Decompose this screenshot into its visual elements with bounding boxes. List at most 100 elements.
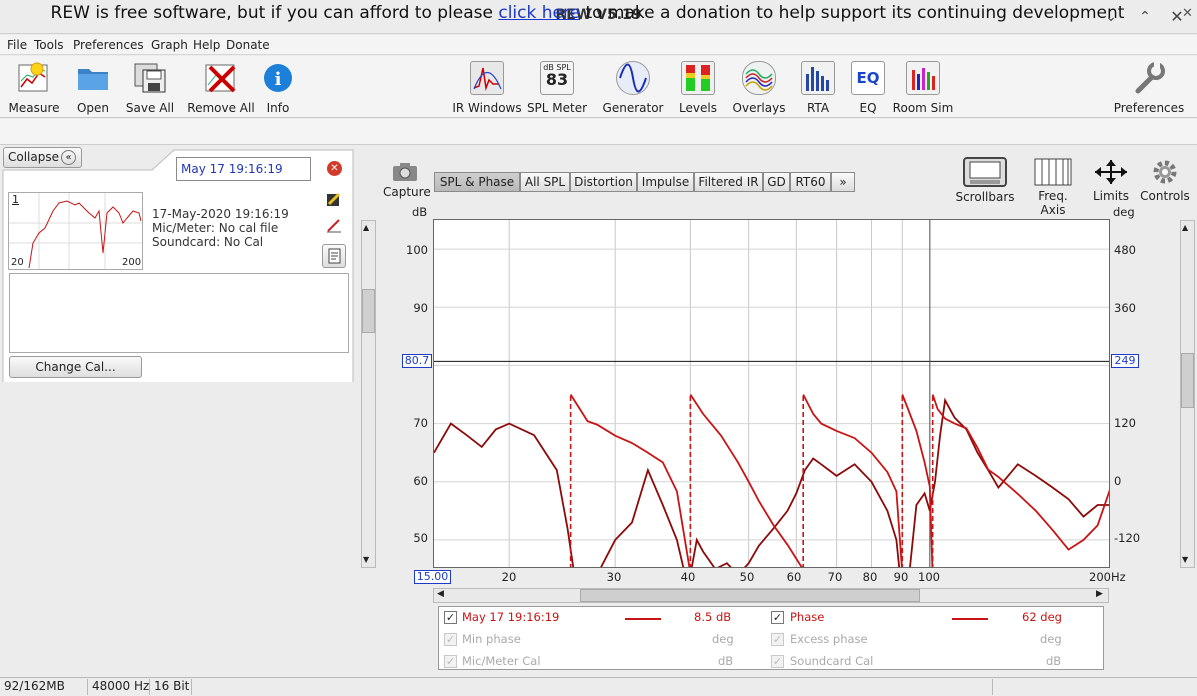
excess-phase-checkbox[interactable]: ✓ [771,633,784,646]
mic-cal-info: Mic/Meter: No cal file [152,221,279,235]
donation-text: REW is free software, but if you can aff… [0,3,1175,23]
tab-rt60[interactable]: RT60 [790,172,831,192]
tab-more[interactable]: » [831,172,855,192]
svg-text:i: i [275,69,282,90]
graph-horizontal-scrollbar[interactable]: ◀ ▶ [433,588,1109,603]
legend-min-phase: Min phase [462,632,521,646]
x-tick-100: 100 [918,570,940,584]
scroll-left-icon[interactable]: ◀ [437,589,444,599]
right-axis-unit: deg [1113,205,1135,219]
generator-label: Generator [602,101,664,115]
y-tick-70: 70 [413,416,428,430]
soundcard-cal-checkbox[interactable]: ✓ [771,655,784,668]
scrollbars-button[interactable]: Scrollbars [955,157,1015,204]
pencil-icon[interactable] [326,217,342,233]
freq-axis-icon [1034,158,1072,186]
open-button[interactable]: Open [76,61,110,115]
collapse-label: Collapse [8,150,59,164]
tab-spl-phase[interactable]: SPL & Phase [434,172,520,192]
ir-windows-icon [470,61,504,95]
overlays-button[interactable]: Overlays [733,61,785,115]
scrollbars-label: Scrollbars [955,190,1015,204]
rta-button[interactable]: RTA [801,61,835,115]
tab-filtered-ir[interactable]: Filtered IR [694,172,763,192]
menu-preferences[interactable]: Preferences [73,38,144,52]
legend-mic-cal-unit: dB [718,654,734,668]
graph-vertical-scrollbar-right[interactable]: ▲ ▼ [1180,220,1195,568]
scroll-up-icon[interactable]: ▲ [363,223,369,232]
scroll-thumb-right[interactable] [1181,353,1194,408]
info-button[interactable]: i Info [261,61,295,115]
ir-windows-button[interactable]: IR Windows [452,61,522,115]
tab-gd[interactable]: GD [763,172,790,192]
x-tick-70: 70 [827,570,843,584]
tab-impulse[interactable]: Impulse [637,172,694,192]
phase-trace-segment-5 [931,394,1109,551]
status-divider-right [992,679,997,695]
phase-tick-minus120: -120 [1114,531,1141,545]
menu-graph[interactable]: Graph [151,38,188,52]
info-icon: i [261,61,295,95]
scroll-right-icon[interactable]: ▶ [1096,589,1103,599]
freq-axis-button[interactable]: Freq. Axis [1024,158,1082,217]
menu-help[interactable]: Help [193,38,220,52]
measure-button[interactable]: Measure [9,61,60,115]
collapse-button[interactable]: Collapse « [3,147,82,168]
legend-soundcard-cal: Soundcard Cal [790,654,874,668]
graph-plot[interactable] [434,220,1110,568]
hscroll-thumb[interactable] [580,589,920,602]
graph-vertical-scrollbar-left[interactable]: ▲ ▼ [361,220,376,568]
cursor-phase-readout: 249 [1111,354,1139,368]
scroll-down-right-icon[interactable]: ▼ [1182,555,1188,564]
controls-label: Controls [1140,189,1190,203]
legend-phase-swatch [952,618,988,620]
controls-button[interactable]: Controls [1140,158,1190,203]
phase-checkbox[interactable]: ✓ [771,611,784,624]
save-all-button[interactable]: Save All [126,61,174,115]
min-phase-checkbox[interactable]: ✓ [444,633,457,646]
eq-button[interactable]: EQ EQ [851,61,885,115]
mic-cal-checkbox[interactable]: ✓ [444,655,457,668]
room-sim-button[interactable]: Room Sim [893,61,953,115]
scrollbars-icon [963,157,1007,187]
menu-tools[interactable]: Tools [34,38,64,52]
row1-checkbox[interactable]: ✓ [444,611,457,624]
save-all-icon [133,61,167,95]
scroll-down-icon[interactable]: ▼ [363,555,369,564]
spl-phase-graph[interactable] [433,219,1110,568]
status-sample-rate: 48000 Hz [87,679,149,695]
menu-file[interactable]: File [7,38,27,52]
measure-icon [17,61,51,95]
tab-distortion[interactable]: Distortion [570,172,637,192]
remove-all-button[interactable]: Remove All [187,61,255,115]
preferences-button[interactable]: Preferences [1114,61,1184,115]
measurement-name-field[interactable]: May 17 19:16:19 [176,157,311,181]
tab-all-spl[interactable]: All SPL [520,172,570,192]
limits-button[interactable]: Limits [1089,158,1133,203]
rta-bars-icon [801,61,835,95]
freq-axis-label: Freq. Axis [1038,189,1068,217]
scroll-up-right-icon[interactable]: ▲ [1182,223,1188,232]
phase-tick-480: 480 [1114,243,1136,257]
banner-pre-text: REW is free software, but if you can aff… [50,3,499,23]
levels-button[interactable]: Levels [679,61,717,115]
menu-donate[interactable]: Donate [226,38,270,52]
spl-trace [434,397,1109,567]
legend-min-phase-unit: deg [712,632,734,646]
generator-button[interactable]: Generator [603,61,663,115]
status-bit-depth: 16 Bit [149,679,189,695]
banner-close-icon[interactable]: ✕ [1182,6,1193,21]
status-memory: 92/162MB [4,679,65,693]
capture-button[interactable]: Capture [383,160,431,199]
palette-icon[interactable] [326,191,342,207]
save-all-label: Save All [125,101,175,115]
spl-meter-button[interactable]: dB SPL 83 SPL Meter [527,61,587,115]
scroll-thumb-left[interactable] [362,289,375,333]
change-cal-button[interactable]: Change Cal... [9,356,142,378]
measurement-notes[interactable] [9,273,349,353]
generator-sine-icon [616,61,650,95]
remove-measurement-icon[interactable]: ✕ [327,161,342,176]
x-min-readout[interactable]: 15.00 [414,570,451,584]
donate-link[interactable]: click here [498,3,580,23]
notes-toggle-button[interactable] [322,244,346,268]
